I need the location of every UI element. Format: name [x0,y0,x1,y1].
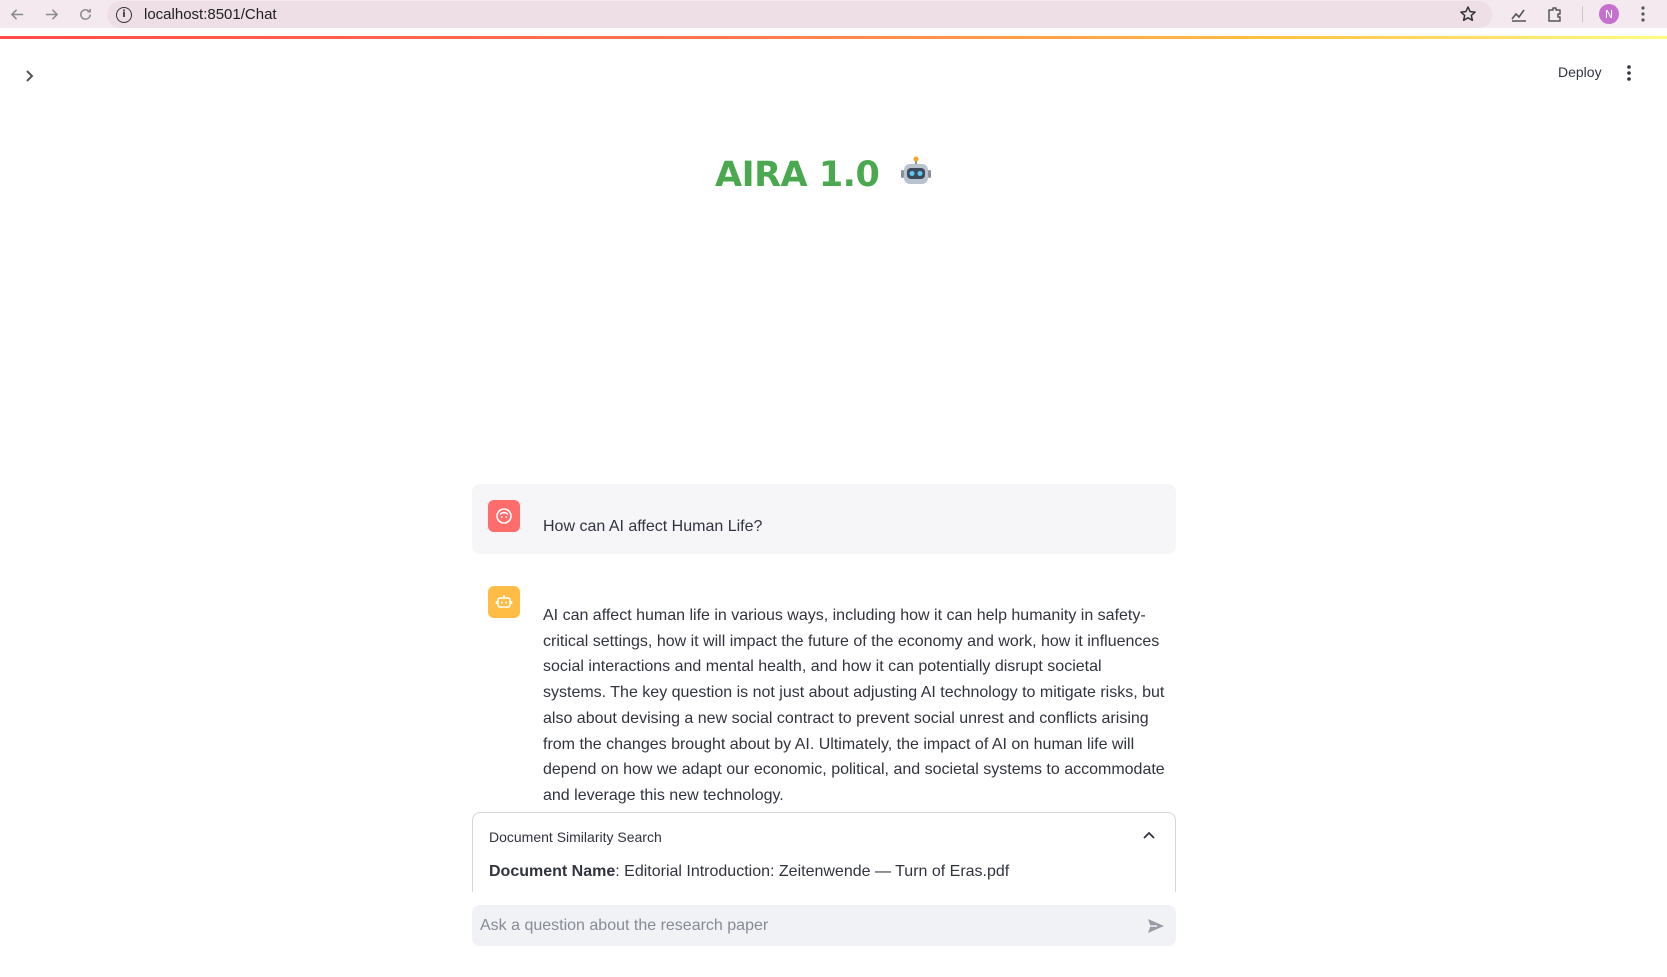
browser-toolbar: i localhost:8501/Chat N [0,0,1667,28]
address-bar[interactable]: i localhost:8501/Chat [107,1,1492,28]
site-info-icon[interactable]: i [116,6,132,23]
app-decoration-bar [0,36,1667,39]
bot-icon [495,595,513,608]
chat-input-container [472,905,1176,946]
extensions-icon[interactable] [1546,5,1564,23]
chat-input[interactable] [480,905,1120,946]
chevron-up-icon[interactable] [1141,828,1157,844]
document-name-label: Document Name [489,863,616,880]
face-icon [496,508,512,524]
expander-label[interactable]: Document Similarity Search [489,829,662,845]
document-similarity-expander[interactable]: Document Similarity Search Document Name… [472,812,1176,892]
kebab-icon[interactable] [1640,5,1646,23]
back-icon[interactable] [0,0,34,28]
page-title-text: AIRA 1.0 [714,155,880,195]
profile-avatar[interactable]: N [1599,4,1619,24]
assistant-message-text: AI can affect human life in various ways… [543,607,1165,804]
document-name-line: Document Name: Editorial Introduction: Z… [489,863,1010,880]
reload-icon[interactable] [68,0,102,28]
robot-icon [901,156,932,184]
deploy-button[interactable]: Deploy [1550,62,1610,86]
page-title: AIRA 1.0 [0,155,1648,195]
chat-message-user: How can AI affect Human Life? [472,484,1176,554]
user-avatar [488,500,520,532]
toolbar-divider [1582,6,1583,22]
send-icon[interactable] [1146,916,1166,936]
document-name-value: Editorial Introduction: Zeitenwende — Tu… [624,863,1010,880]
chevron-right-icon[interactable] [20,67,38,85]
main-menu-icon[interactable] [1620,64,1638,82]
assistant-avatar [488,586,520,618]
user-message-text: How can AI affect Human Life? [543,518,763,535]
forward-icon[interactable] [34,0,68,28]
bookmark-star-icon[interactable] [1459,5,1477,23]
url-text[interactable]: localhost:8501/Chat [144,6,277,23]
performance-icon[interactable] [1510,5,1528,23]
